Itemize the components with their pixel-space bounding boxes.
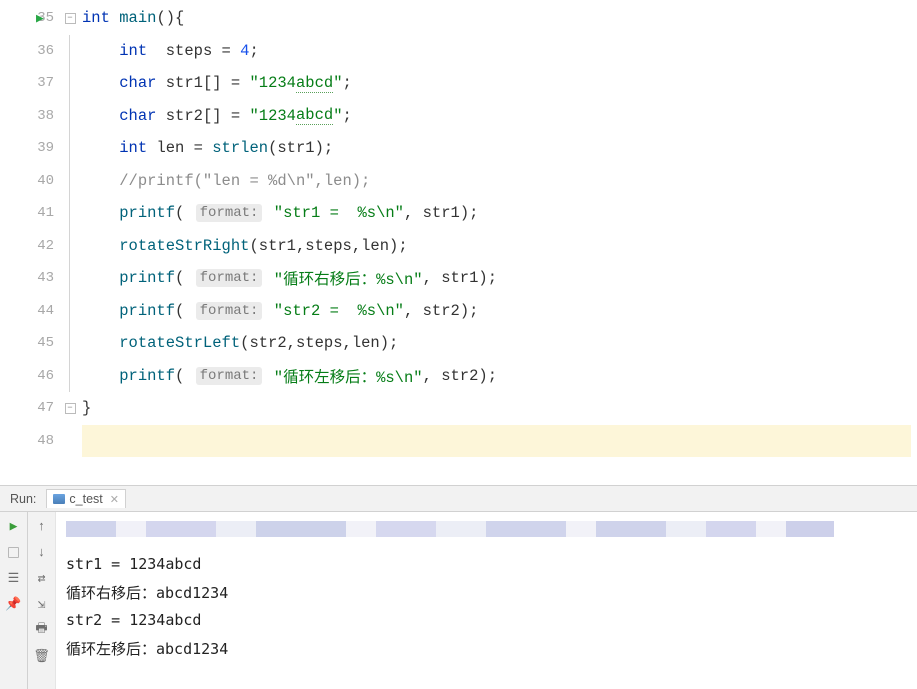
down-icon[interactable]: ↓ <box>34 544 50 560</box>
console-output[interactable]: str1 = 1234abcd 循环右移后：abcd1234 str2 = 12… <box>56 512 917 689</box>
fold-guide <box>69 100 70 133</box>
line-number: 48 <box>30 433 54 449</box>
fold-guide <box>69 262 70 295</box>
console-line: 循环左移后：abcd1234 <box>66 634 907 662</box>
layout-icon[interactable]: ☰ <box>6 570 22 586</box>
gutter-line[interactable]: 40 <box>0 165 62 198</box>
print-icon[interactable]: 🖶 <box>34 622 50 638</box>
gutter: 35 ▶ 36 37 38 39 40 41 42 43 44 45 46 47… <box>0 0 62 485</box>
fold-guide <box>69 35 70 68</box>
run-tab[interactable]: c_test ✕ <box>46 489 126 508</box>
gutter-line[interactable]: 48 <box>0 425 62 458</box>
fold-guide <box>69 327 70 360</box>
gutter-line[interactable]: 45 <box>0 327 62 360</box>
parameter-hint: format: <box>196 367 263 385</box>
line-number: 43 <box>30 270 54 286</box>
code-line: int main(){ <box>82 2 917 35</box>
rerun-icon[interactable]: ▶ <box>6 518 22 534</box>
gutter-line[interactable]: 36 <box>0 35 62 68</box>
fold-guide <box>69 132 70 165</box>
run-toolbar-inner: ↑ ↓ ⇄ ⇲ 🖶 🗑 <box>28 512 56 689</box>
fold-guide <box>69 67 70 100</box>
trash-icon[interactable]: 🗑 <box>34 648 50 664</box>
code-line: char str1[] = "1234abcd"; <box>82 67 917 100</box>
line-number: 38 <box>30 108 54 124</box>
code-line: int steps = 4; <box>82 35 917 68</box>
code-editor: 35 ▶ 36 37 38 39 40 41 42 43 44 45 46 47… <box>0 0 917 485</box>
parameter-hint: format: <box>196 204 263 222</box>
line-number: 41 <box>30 205 54 221</box>
fold-guide <box>69 230 70 263</box>
console-line: str2 = 1234abcd <box>66 606 907 634</box>
code-line: printf( format: "循环左移后：%s\n", str2); <box>82 360 917 393</box>
pin-icon[interactable]: 📌 <box>6 596 22 612</box>
scroll-icon[interactable]: ⇲ <box>34 596 50 612</box>
line-number: 47 <box>30 400 54 416</box>
stop-icon[interactable] <box>6 544 22 560</box>
code-line: int len = strlen(str1); <box>82 132 917 165</box>
run-toolbar-left: ▶ ☰ 📌 <box>0 512 28 689</box>
code-line: printf( format: "str1 = %s\n", str1); <box>82 197 917 230</box>
run-panel: Run: c_test ✕ ▶ ☰ 📌 ↑ ↓ ⇄ ⇲ 🖶 🗑 <box>0 486 917 689</box>
parameter-hint: format: <box>196 302 263 320</box>
fold-guide <box>69 295 70 328</box>
up-icon[interactable]: ↑ <box>34 518 50 534</box>
gutter-line[interactable]: 43 <box>0 262 62 295</box>
run-header: Run: c_test ✕ <box>0 486 917 512</box>
console-line: 循环右移后：abcd1234 <box>66 578 907 606</box>
gutter-line[interactable]: 37 <box>0 67 62 100</box>
run-body: ▶ ☰ 📌 ↑ ↓ ⇄ ⇲ 🖶 🗑 <box>0 512 917 689</box>
fold-column: − − <box>62 0 78 485</box>
line-number: 37 <box>30 75 54 91</box>
code-line: printf( format: "str2 = %s\n", str2); <box>82 295 917 328</box>
line-number: 36 <box>30 43 54 59</box>
gutter-line[interactable]: 46 <box>0 360 62 393</box>
gutter-line[interactable]: 41 <box>0 197 62 230</box>
line-number: 42 <box>30 238 54 254</box>
wrap-icon[interactable]: ⇄ <box>34 570 50 586</box>
code-line: rotateStrRight(str1,steps,len); <box>82 230 917 263</box>
fold-guide <box>69 197 70 230</box>
line-number: 40 <box>30 173 54 189</box>
redacted-line <box>66 518 907 540</box>
code-line: //printf("len = %d\n",len); <box>82 165 917 198</box>
gutter-line[interactable]: 44 <box>0 295 62 328</box>
line-number: 39 <box>30 140 54 156</box>
line-number: 46 <box>30 368 54 384</box>
parameter-hint: format: <box>196 269 263 287</box>
run-gutter-icon[interactable]: ▶ <box>36 11 44 26</box>
fold-guide <box>69 360 70 393</box>
gutter-line[interactable]: 42 <box>0 230 62 263</box>
fold-toggle-icon[interactable]: − <box>65 403 76 414</box>
console-line: str1 = 1234abcd <box>66 550 907 578</box>
run-config-icon <box>53 494 65 504</box>
gutter-line[interactable]: 38 <box>0 100 62 133</box>
close-icon[interactable]: ✕ <box>110 493 119 506</box>
gutter-line[interactable]: 35 ▶ <box>0 2 62 35</box>
code-line: } <box>82 392 917 425</box>
line-number: 45 <box>30 335 54 351</box>
run-label: Run: <box>10 492 36 506</box>
code-line: rotateStrLeft(str2,steps,len); <box>82 327 917 360</box>
gutter-line[interactable]: 47 <box>0 392 62 425</box>
code-line-current <box>82 425 911 458</box>
fold-toggle-icon[interactable]: − <box>65 13 76 24</box>
line-number: 44 <box>30 303 54 319</box>
run-tab-label: c_test <box>69 492 102 506</box>
code-line: printf( format: "循环右移后：%s\n", str1); <box>82 262 917 295</box>
gutter-line[interactable]: 39 <box>0 132 62 165</box>
code-line: char str2[] = "1234abcd"; <box>82 100 917 133</box>
fold-guide <box>69 165 70 198</box>
code-area[interactable]: int main(){ int steps = 4; char str1[] =… <box>78 0 917 485</box>
